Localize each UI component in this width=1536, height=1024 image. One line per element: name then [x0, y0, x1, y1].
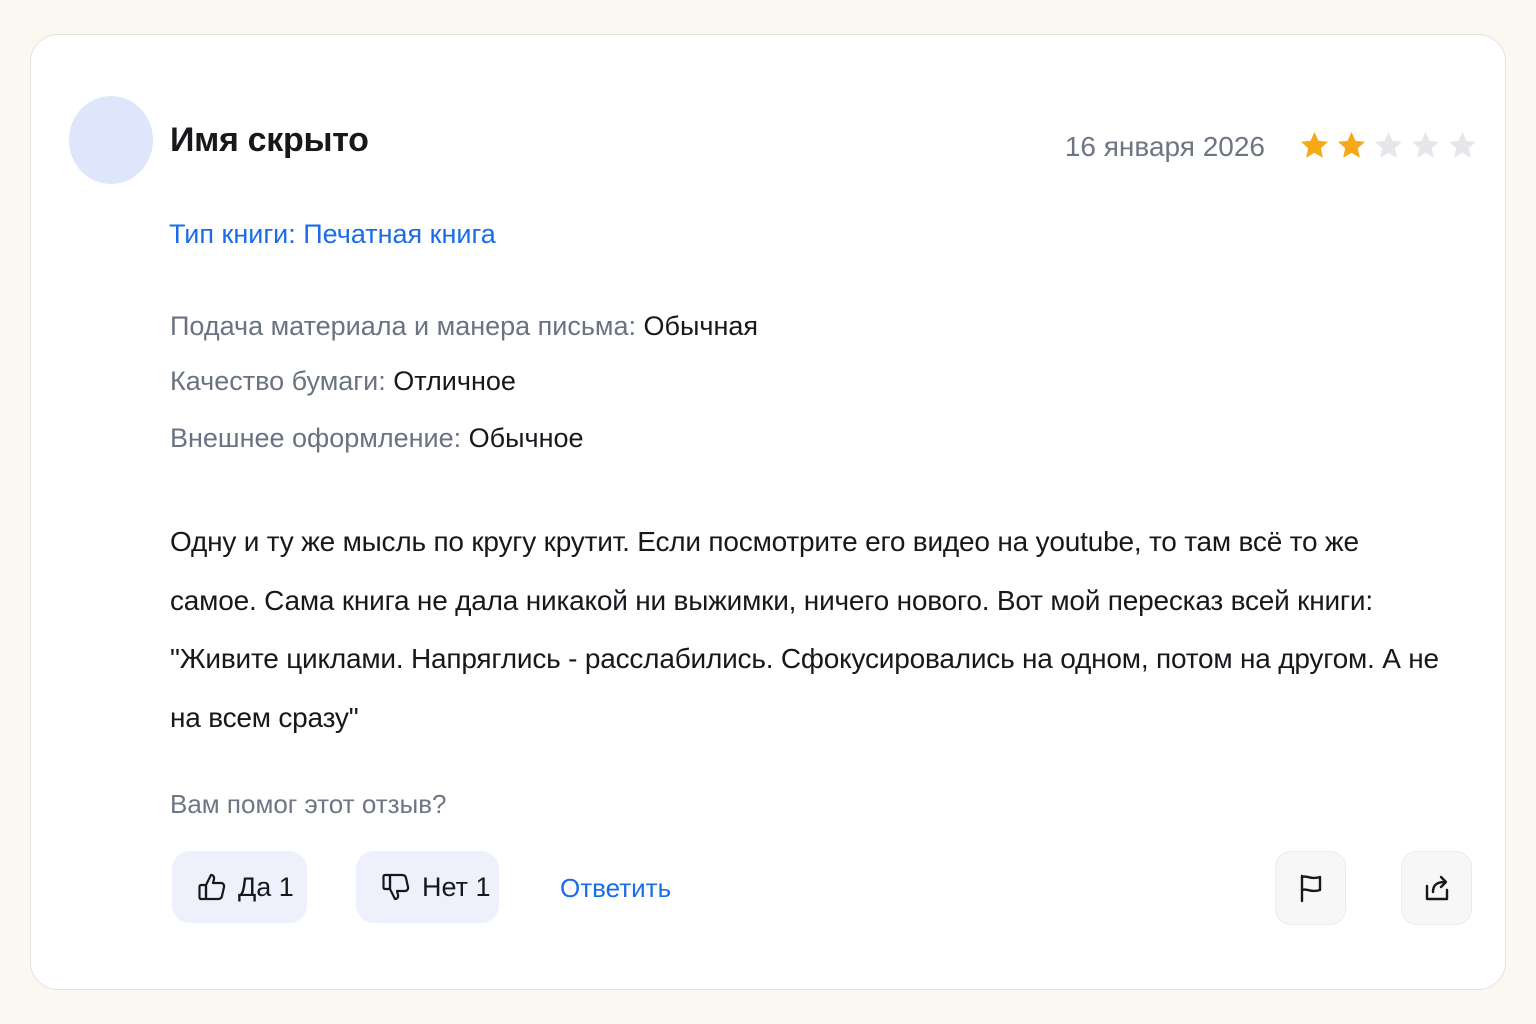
attribute-design: Внешнее оформление: Обычное: [170, 423, 584, 454]
star-filled-icon: [1301, 132, 1328, 158]
attribute-writing-style: Подача материала и манера письма: Обычна…: [170, 311, 758, 342]
attribute-paper-quality: Качество бумаги: Отличное: [170, 366, 516, 397]
rating-stars: [1298, 129, 1479, 162]
review-text: Одну и ту же мысль по кругу крутит. Если…: [170, 526, 1439, 733]
avatar: [69, 96, 153, 184]
star-filled-icon: [1338, 132, 1365, 158]
attribute-label: Подача материала и манера письма:: [170, 311, 637, 341]
star-empty-icon: [1412, 132, 1439, 158]
helpful-question: Вам помог этот отзыв?: [170, 789, 447, 819]
review-card: Имя скрыто 16 января 2026 Тип книги: Печ…: [30, 34, 1506, 990]
review-date: 16 января 2026: [1064, 131, 1265, 162]
book-type-link[interactable]: Тип книги: Печатная книга: [169, 219, 496, 250]
thumbs-up-icon: [198, 873, 226, 901]
attribute-value: Отличное: [393, 366, 516, 396]
attribute-value: Обычное: [468, 423, 584, 453]
reply-link[interactable]: Ответить: [560, 873, 671, 904]
helpful-yes-button[interactable]: Да 1: [172, 851, 307, 923]
attribute-value: Обычная: [643, 311, 759, 341]
report-button[interactable]: [1275, 851, 1346, 925]
flag-icon: [1300, 874, 1321, 903]
star-empty-icon: [1375, 132, 1402, 158]
helpful-no-button[interactable]: Нет 1: [356, 851, 499, 923]
star-empty-icon: [1449, 132, 1476, 158]
helpful-yes-label: Да 1: [238, 871, 294, 902]
author-name: Имя скрыто: [170, 121, 369, 159]
thumbs-down-icon: [382, 873, 410, 901]
helpful-no-label: Нет 1: [422, 871, 491, 902]
attribute-label: Качество бумаги:: [170, 366, 386, 396]
share-icon: [1425, 875, 1448, 901]
attribute-label: Внешнее оформление:: [170, 423, 462, 453]
share-button[interactable]: [1401, 851, 1472, 925]
